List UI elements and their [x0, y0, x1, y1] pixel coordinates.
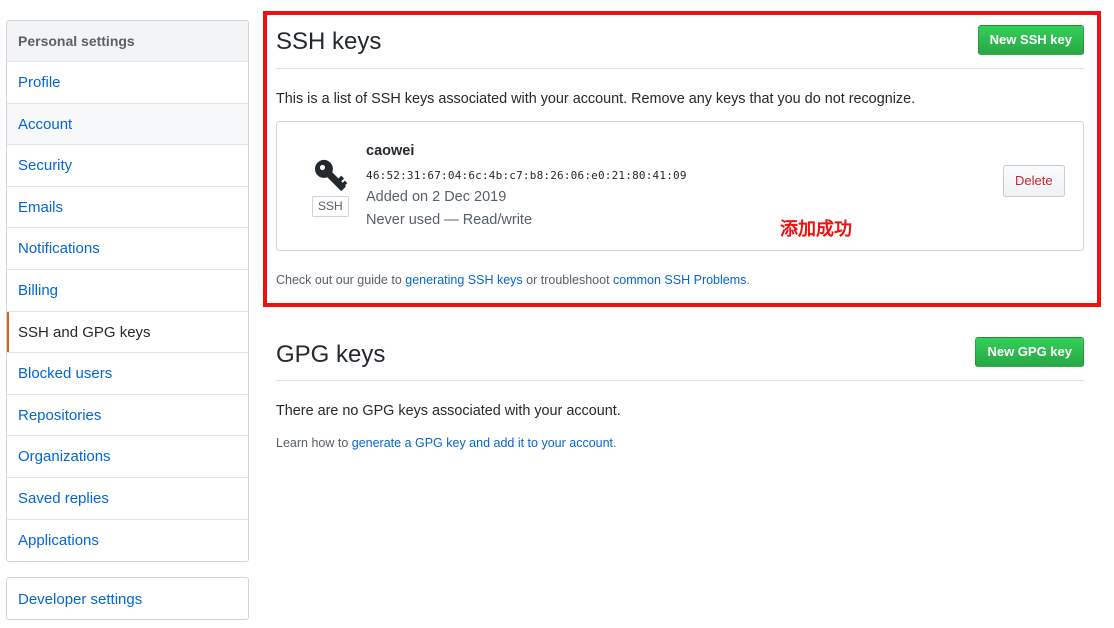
- ssh-type-label: SSH: [312, 196, 349, 217]
- delete-ssh-key-button[interactable]: Delete: [1003, 165, 1065, 197]
- ssh-key-fingerprint: 46:52:31:67:04:6c:4b:c7:b8:26:06:e0:21:8…: [366, 169, 687, 182]
- sidebar-item-applications[interactable]: Applications: [7, 520, 248, 562]
- ssh-subhead: SSH keys New SSH key: [276, 24, 1084, 69]
- new-gpg-key-button[interactable]: New GPG key: [975, 337, 1084, 367]
- sidebar-item-saved-replies[interactable]: Saved replies: [7, 478, 248, 520]
- ssh-key-title: caowei: [366, 143, 415, 159]
- common-ssh-problems-link[interactable]: common SSH Problems: [613, 273, 746, 287]
- sidebar-item-profile[interactable]: Profile: [7, 62, 248, 104]
- gpg-empty-text: There are no GPG keys associated with yo…: [276, 403, 621, 419]
- sidebar-item-account[interactable]: Account: [7, 103, 248, 146]
- gpg-learn-suffix: .: [613, 436, 617, 450]
- ssh-key-added-date: Added on 2 Dec 2019: [366, 189, 507, 205]
- sidebar-item-ssh-gpg-keys[interactable]: SSH and GPG keys: [7, 311, 248, 354]
- sidebar-item-billing[interactable]: Billing: [7, 270, 248, 312]
- ssh-guide-note: Check out our guide to generating SSH ke…: [276, 273, 750, 287]
- generating-ssh-keys-link[interactable]: generating SSH keys: [405, 273, 522, 287]
- key-icon: [311, 156, 351, 196]
- success-annotation: 添加成功: [780, 219, 852, 240]
- gpg-learn-note: Learn how to generate a GPG key and add …: [276, 436, 617, 450]
- gpg-keys-title: GPG keys: [276, 341, 386, 368]
- ssh-description: This is a list of SSH keys associated wi…: [276, 91, 916, 107]
- sidebar-item-emails[interactable]: Emails: [7, 187, 248, 229]
- sidebar-item-repositories[interactable]: Repositories: [7, 395, 248, 437]
- ssh-key-item: SSH caowei 46:52:31:67:04:6c:4b:c7:b8:26…: [276, 121, 1084, 251]
- gpg-learn-prefix: Learn how to: [276, 436, 352, 450]
- sidebar-item-notifications[interactable]: Notifications: [7, 228, 248, 270]
- ssh-guide-suffix: .: [746, 273, 750, 287]
- sidebar-item-developer-settings[interactable]: Developer settings: [7, 578, 248, 619]
- generate-gpg-key-link[interactable]: generate a GPG key and add it to your ac…: [352, 436, 613, 450]
- ssh-keys-title: SSH keys: [276, 28, 382, 55]
- new-ssh-key-button[interactable]: New SSH key: [977, 25, 1084, 55]
- sidebar-item-security[interactable]: Security: [7, 145, 248, 187]
- ssh-guide-middle: or troubleshoot: [522, 273, 614, 287]
- developer-settings-menu: Developer settings: [6, 577, 249, 620]
- gpg-subhead: GPG keys New GPG key: [276, 337, 1084, 381]
- settings-sidebar: Personal settings Profile Account Securi…: [6, 20, 249, 563]
- ssh-key-usage: Never used — Read/write: [366, 212, 533, 228]
- sidebar-item-blocked-users[interactable]: Blocked users: [7, 353, 248, 395]
- sidebar-heading: Personal settings: [7, 21, 248, 62]
- ssh-guide-prefix: Check out our guide to: [276, 273, 406, 287]
- sidebar-item-organizations[interactable]: Organizations: [7, 436, 248, 478]
